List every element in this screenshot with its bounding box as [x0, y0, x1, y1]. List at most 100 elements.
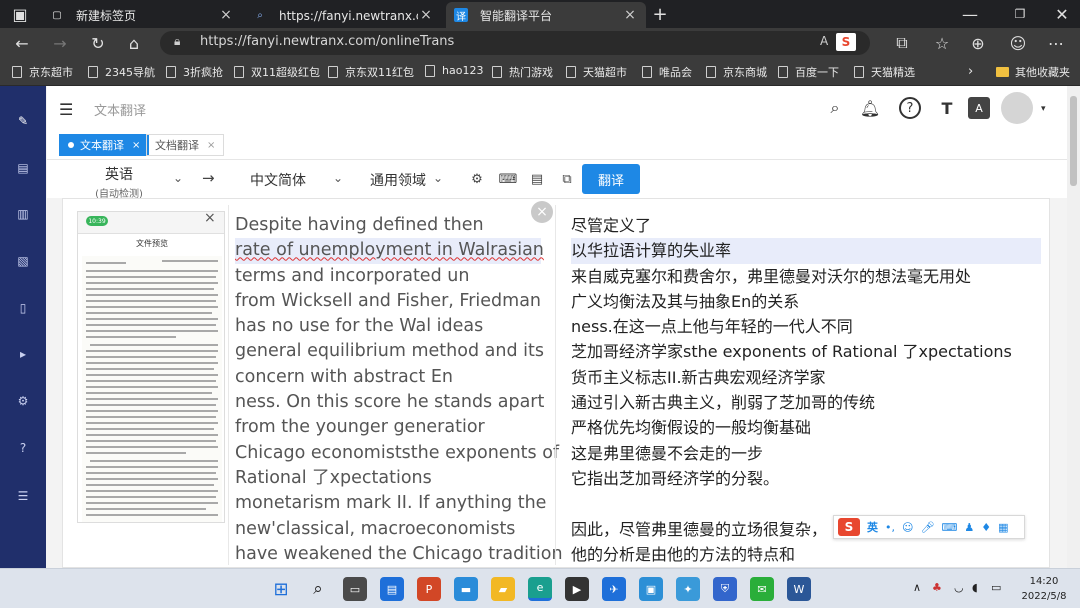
close-icon[interactable]: ×	[132, 140, 140, 151]
powerpoint-icon[interactable]: P	[417, 577, 441, 601]
bookmark-item[interactable]: 京东双11红包	[328, 64, 414, 80]
target-language-select[interactable]: 中文简体	[250, 170, 306, 190]
favorites-icon[interactable]: ☆	[930, 32, 954, 54]
ime-mode-label[interactable]: 英	[867, 519, 878, 535]
app-icon-blue[interactable]: ✈	[602, 577, 626, 601]
settings-icon[interactable]: ⚙	[468, 170, 486, 188]
keyboard-icon[interactable]: ⌨	[499, 170, 518, 188]
minimize-icon[interactable]: —	[958, 3, 982, 25]
extensions-icon[interactable]: ⧉	[890, 32, 914, 54]
grid-icon[interactable]: ▦	[998, 521, 1008, 534]
close-icon[interactable]: ×	[418, 7, 434, 23]
translate-button[interactable]: 翻译	[582, 164, 640, 194]
microphone-icon[interactable]: 🎤︎	[920, 521, 934, 534]
avatar[interactable]	[1001, 92, 1033, 124]
tab-actions-icon[interactable]: ▣	[8, 3, 32, 25]
file-preview-thumbnail[interactable]: 10:39 × 文件预览	[77, 211, 225, 523]
new-tab-button[interactable]: +	[648, 3, 672, 25]
bookmark-item[interactable]: hao123	[425, 64, 483, 77]
chevron-down-icon[interactable]: ⌄	[433, 171, 443, 185]
sidebar-file-icon[interactable]: ▥	[13, 204, 33, 224]
skin-icon[interactable]: ♦	[981, 521, 991, 534]
wifi-icon[interactable]: ◡	[954, 581, 964, 594]
app-icon-feather[interactable]: ✦	[676, 577, 700, 601]
browser-tab-search[interactable]: ⌕ https://fanyi.newtranx.com - 搜索 ×	[245, 2, 442, 28]
url-text[interactable]: https://fanyi.newtranx.com/onlineTrans	[200, 34, 454, 49]
source-language-select[interactable]: 英语 (自动检测)	[89, 164, 149, 200]
tab-document-translate[interactable]: 文档翻译 ×	[146, 134, 225, 156]
read-aloud-icon[interactable]: A	[820, 34, 828, 48]
media-player-icon[interactable]: ▶	[565, 577, 589, 601]
bookmark-item[interactable]: 天猫超市	[566, 64, 627, 80]
chevron-up-icon[interactable]: ∧	[913, 581, 921, 594]
page-scrollbar[interactable]	[1067, 86, 1080, 568]
menu-icon[interactable]: ☰	[59, 100, 73, 119]
bookmark-item[interactable]: 百度一下	[778, 64, 839, 80]
browser-tab-translate[interactable]: 译 智能翻译平台 ×	[446, 2, 646, 28]
sidebar-list-icon[interactable]: ☰	[13, 486, 33, 506]
bookmark-item[interactable]: 京东超市	[12, 64, 73, 80]
close-window-icon[interactable]: ✕	[1050, 3, 1074, 25]
file-explorer-icon[interactable]: ▰	[491, 577, 515, 601]
sogou-extension-icon[interactable]: S	[836, 33, 856, 51]
profile-avatar[interactable]: ☺	[1006, 32, 1030, 54]
bookmark-item[interactable]: 2345导航	[88, 64, 155, 80]
tab-text-translate[interactable]: 文本翻译 ×	[59, 134, 150, 156]
browser-tab-new[interactable]: ▢ 新建标签页 ×	[42, 2, 242, 28]
tray-app-icon[interactable]: ♣	[932, 581, 942, 594]
sidebar-book-icon[interactable]: ▯	[13, 298, 33, 318]
photos-icon[interactable]: ▣	[639, 577, 663, 601]
chevron-down-icon[interactable]: ⌄	[333, 171, 343, 185]
close-icon[interactable]: ×	[207, 140, 215, 151]
sidebar-settings-icon[interactable]: ⚙	[13, 391, 33, 411]
chevron-down-icon[interactable]: ▾	[1041, 104, 1046, 114]
chevron-right-icon[interactable]: ›	[968, 64, 973, 79]
security-icon[interactable]: ⛨	[713, 577, 737, 601]
edge-browser-icon[interactable]: e	[528, 577, 552, 601]
other-bookmarks[interactable]: 其他收藏夹	[996, 64, 1070, 80]
volume-icon[interactable]: ◖	[972, 581, 978, 594]
chevron-down-icon[interactable]: ⌄	[173, 171, 183, 185]
font-size-icon[interactable]: T	[936, 97, 958, 119]
scrollbar-thumb[interactable]	[1070, 96, 1077, 186]
sidebar-video-icon[interactable]: ▸	[13, 344, 33, 364]
bookmark-item[interactable]: 热门游戏	[492, 64, 553, 80]
search-icon[interactable]: ⌕	[306, 577, 330, 601]
clear-text-button[interactable]: ×	[531, 201, 553, 223]
forward-icon[interactable]: →	[48, 32, 72, 54]
sidebar-help-icon[interactable]: ?	[13, 438, 33, 458]
wechat-icon[interactable]: ✉	[750, 577, 774, 601]
domain-select[interactable]: 通用领域	[370, 170, 426, 190]
battery-icon[interactable]: ▭	[991, 581, 1001, 594]
bookmark-item[interactable]: 唯品会	[642, 64, 692, 80]
close-icon[interactable]: ×	[218, 7, 234, 23]
swap-arrow-icon[interactable]: →	[202, 169, 215, 187]
close-icon[interactable]: ×	[204, 212, 216, 226]
word-icon[interactable]: W	[787, 577, 811, 601]
document-icon[interactable]: ▤	[528, 170, 546, 188]
desktop-icon[interactable]: ▬	[454, 577, 478, 601]
source-text-area[interactable]: Despite having defined then rate of unem…	[235, 213, 563, 567]
refresh-icon[interactable]: ↻	[86, 32, 110, 54]
lock-icon[interactable]: 🔒︎	[174, 34, 180, 49]
sidebar-image-icon[interactable]: ▧	[13, 251, 33, 271]
bookmark-item[interactable]: 天猫精选	[854, 64, 915, 80]
language-icon[interactable]: A	[968, 97, 990, 119]
bookmark-item[interactable]: 3折疯抢	[166, 64, 223, 80]
help-icon[interactable]: ?	[899, 97, 921, 119]
sogou-ime-icon[interactable]: S	[838, 518, 860, 536]
keyboard-icon[interactable]: ⌨	[941, 521, 957, 534]
user-icon[interactable]: ♟	[964, 521, 974, 534]
emoji-icon[interactable]: ☺	[902, 521, 913, 534]
copy-icon[interactable]: ⧉	[558, 170, 576, 188]
bell-icon[interactable]: 🔔︎	[859, 97, 881, 119]
back-icon[interactable]: ←	[10, 32, 34, 54]
more-icon[interactable]: ⋯	[1044, 32, 1068, 54]
address-bar[interactable]: 🔒︎ https://fanyi.newtranx.com/onlineTran…	[160, 31, 870, 55]
bookmark-item[interactable]: 双11超级红包	[234, 64, 320, 80]
search-icon[interactable]: ⌕	[824, 97, 846, 119]
system-clock[interactable]: 14:20 2022/5/8	[1016, 574, 1072, 604]
start-icon[interactable]: ⊞	[269, 577, 293, 601]
restore-icon[interactable]: ❐	[1008, 3, 1032, 25]
sidebar-document-icon[interactable]: ▤	[13, 158, 33, 178]
